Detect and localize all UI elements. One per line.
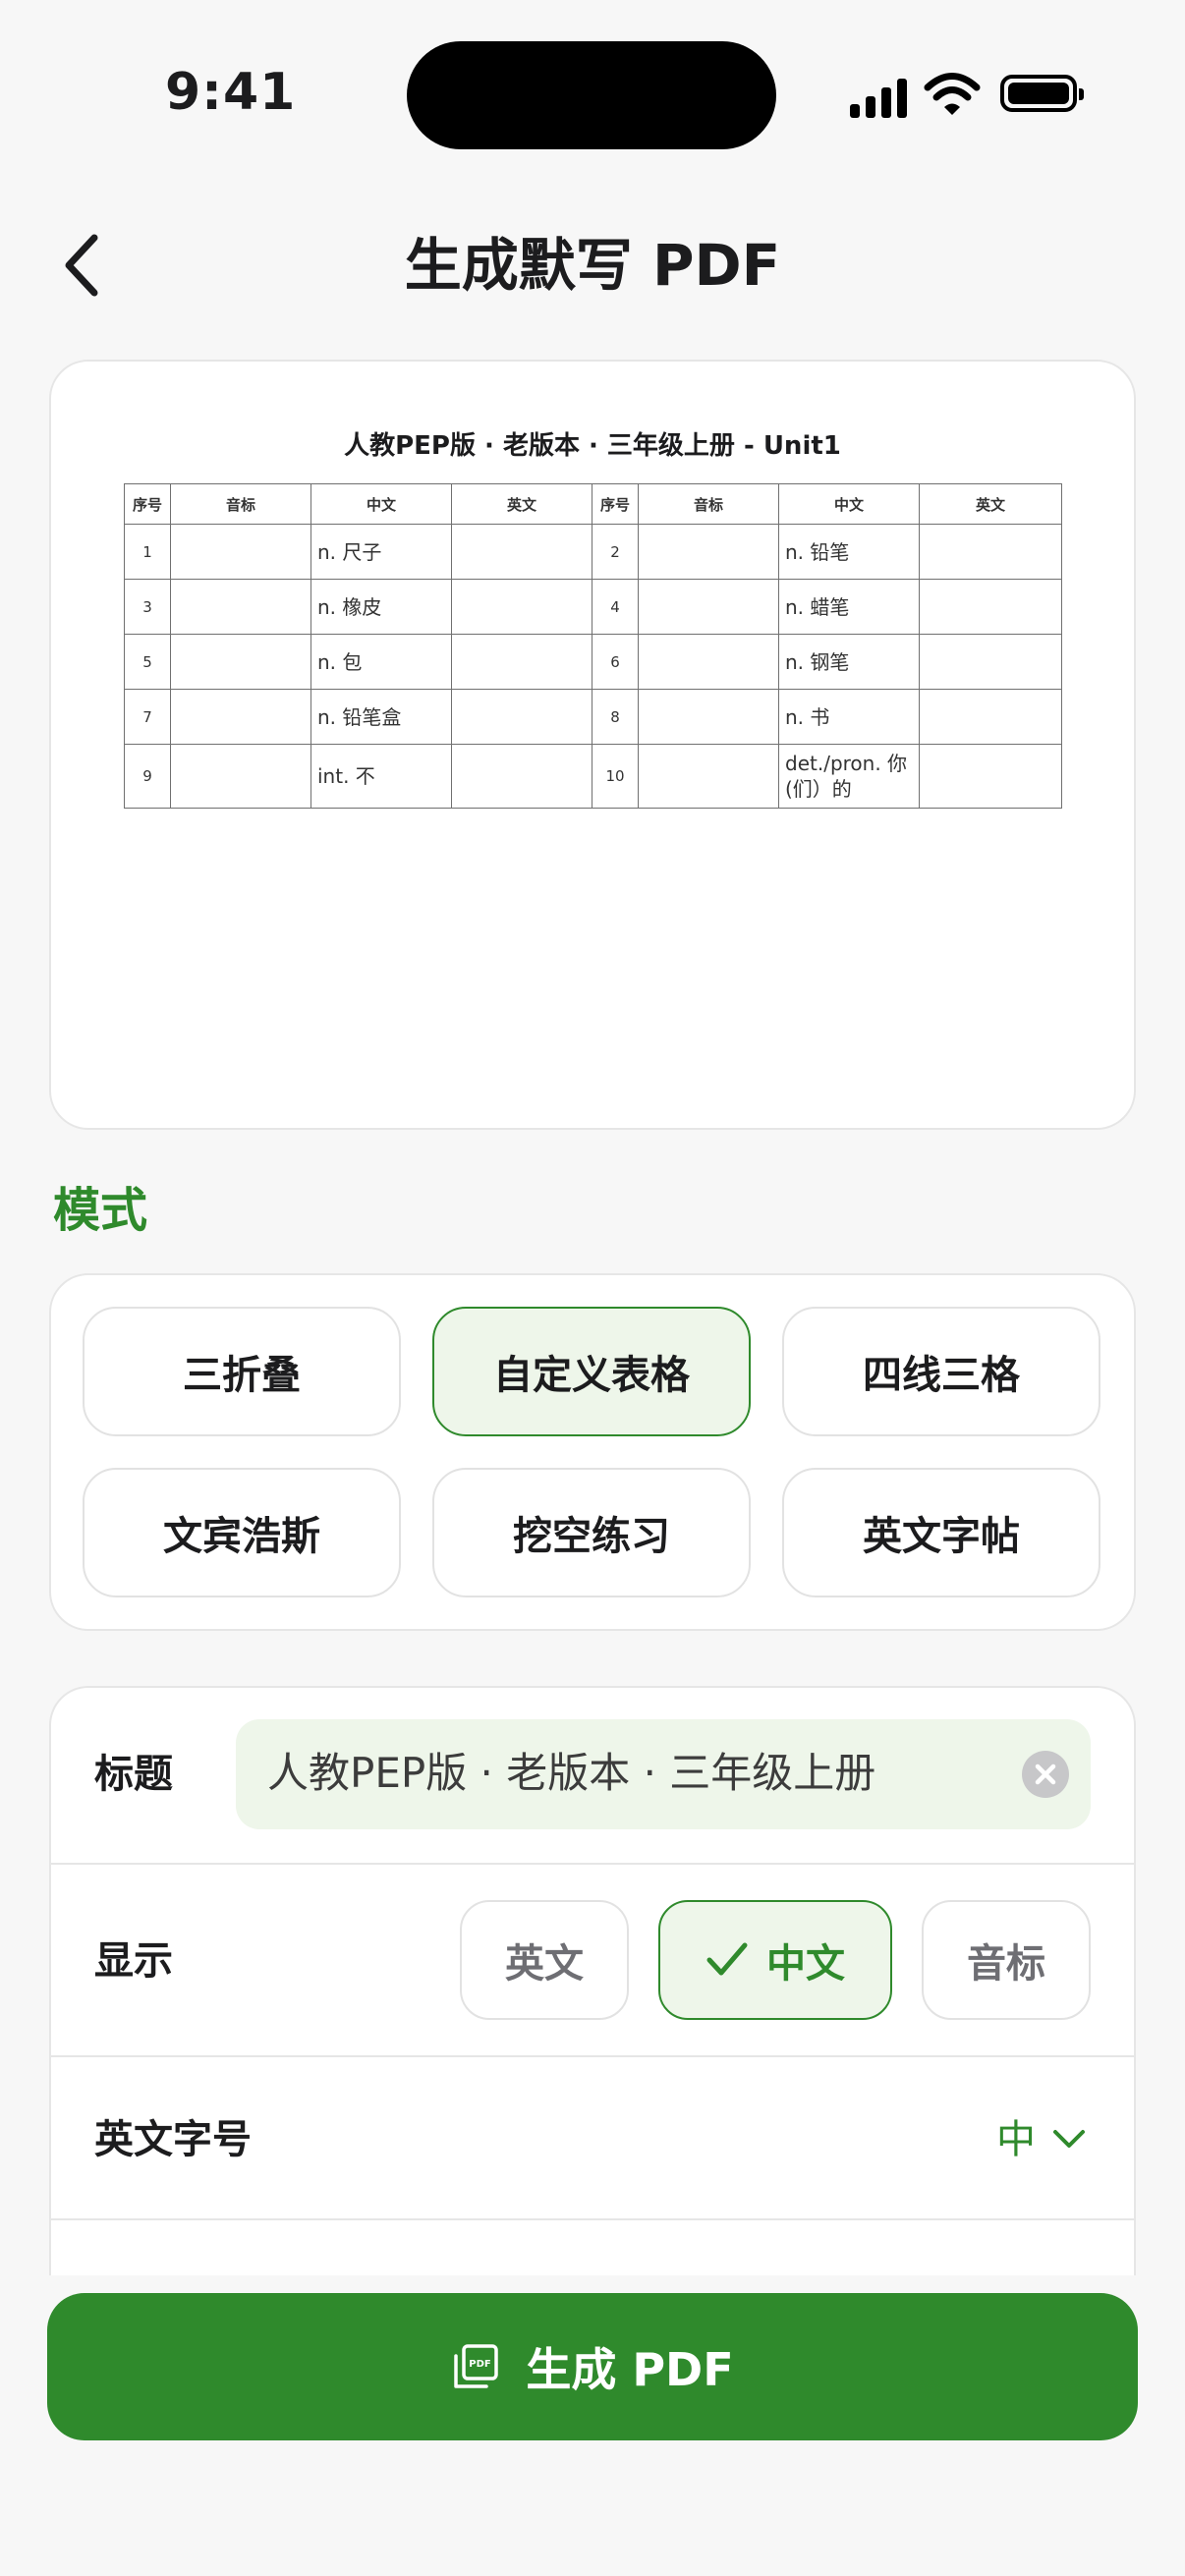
svg-text:PDF: PDF bbox=[470, 2359, 491, 2370]
table-row: 7 n. 铅笔盒 8 n. 书 bbox=[124, 689, 1062, 745]
col-header: 序号 bbox=[124, 483, 171, 525]
page-title: 生成默写 PDF bbox=[404, 232, 781, 299]
chevron-down-icon[interactable] bbox=[1049, 2122, 1089, 2157]
row-number: 4 bbox=[592, 579, 639, 635]
mode-option-ebbinghaus[interactable]: 文宾浩斯 bbox=[83, 1468, 401, 1597]
table-row: 9 int. 不 10 det./pron. 你(们）的 bbox=[124, 744, 1062, 809]
row-number: 10 bbox=[592, 744, 639, 809]
chinese-cell: int. 不 bbox=[310, 744, 452, 809]
dynamic-island bbox=[407, 41, 776, 149]
chinese-cell: n. 包 bbox=[310, 634, 452, 690]
pdf-icon: PDF bbox=[454, 2344, 499, 2388]
display-option-phonetic[interactable]: 音标 bbox=[922, 1900, 1091, 2020]
chinese-cell: n. 铅笔盒 bbox=[310, 689, 452, 745]
col-header: 序号 bbox=[592, 483, 639, 525]
col-header: 音标 bbox=[170, 483, 311, 525]
mode-option-four-line-grid[interactable]: 四线三格 bbox=[782, 1307, 1100, 1436]
display-option-chinese-label: 中文 bbox=[766, 1941, 845, 1987]
preview-sheet-title: 人教PEP版 · 老版本 · 三年级上册 - Unit1 bbox=[344, 431, 841, 461]
divider bbox=[49, 2055, 1136, 2057]
chinese-cell: n. 尺子 bbox=[310, 524, 452, 580]
preview-table: 序号 音标 中文 英文 序号 音标 中文 英文 1 n. 尺子 2 n. 铅笔 … bbox=[124, 483, 1062, 809]
mode-option-cloze[interactable]: 挖空练习 bbox=[432, 1468, 751, 1597]
preview-table-header: 序号 音标 中文 英文 序号 音标 中文 英文 bbox=[124, 483, 1062, 525]
row-number: 7 bbox=[124, 689, 171, 745]
table-row: 1 n. 尺子 2 n. 铅笔 bbox=[124, 524, 1062, 580]
col-header: 英文 bbox=[451, 483, 592, 525]
battery-icon bbox=[1000, 75, 1084, 112]
mode-option-custom-table[interactable]: 自定义表格 bbox=[432, 1307, 751, 1436]
divider bbox=[49, 2218, 1136, 2220]
col-header: 中文 bbox=[778, 483, 920, 525]
display-label: 显示 bbox=[94, 1938, 173, 1984]
col-header: 音标 bbox=[638, 483, 779, 525]
font-size-value[interactable]: 中 bbox=[996, 2112, 1036, 2167]
chinese-cell: n. 铅笔 bbox=[778, 524, 920, 580]
chinese-cell: n. 橡皮 bbox=[310, 579, 452, 635]
display-option-english[interactable]: 英文 bbox=[460, 1900, 629, 2020]
row-number: 1 bbox=[124, 524, 171, 580]
mode-section-label: 模式 bbox=[53, 1183, 148, 1238]
mode-option-copybook[interactable]: 英文字帖 bbox=[782, 1468, 1100, 1597]
cellular-signal-icon bbox=[850, 77, 907, 118]
row-number: 2 bbox=[592, 524, 639, 580]
status-time: 9:41 bbox=[165, 63, 297, 122]
chinese-cell: n. 钢笔 bbox=[778, 634, 920, 690]
title-input-value[interactable]: 人教PEP版 · 老版本 · 三年级上册 bbox=[267, 1744, 875, 1803]
clear-icon[interactable] bbox=[1022, 1751, 1069, 1798]
wifi-icon bbox=[924, 73, 981, 115]
divider bbox=[49, 1863, 1136, 1865]
col-header: 英文 bbox=[919, 483, 1062, 525]
chinese-cell: det./pron. 你(们）的 bbox=[778, 744, 920, 809]
table-row: 3 n. 橡皮 4 n. 蜡笔 bbox=[124, 579, 1062, 635]
row-number: 3 bbox=[124, 579, 171, 635]
chinese-cell: n. 书 bbox=[778, 689, 920, 745]
chinese-cell: n. 蜡笔 bbox=[778, 579, 920, 635]
row-number: 8 bbox=[592, 689, 639, 745]
font-size-label: 英文字号 bbox=[94, 2117, 252, 2162]
title-label: 标题 bbox=[94, 1752, 173, 1797]
generate-pdf-label: 生成 PDF bbox=[526, 2343, 734, 2396]
col-header: 中文 bbox=[310, 483, 452, 525]
row-number: 5 bbox=[124, 634, 171, 690]
display-option-chinese[interactable]: 中文 bbox=[658, 1900, 892, 2020]
row-number: 6 bbox=[592, 634, 639, 690]
mode-option-trifold[interactable]: 三折叠 bbox=[83, 1307, 401, 1436]
table-row: 5 n. 包 6 n. 钢笔 bbox=[124, 634, 1062, 690]
row-number: 9 bbox=[124, 744, 171, 809]
checkmark-icon bbox=[706, 1942, 748, 1976]
generate-pdf-button[interactable]: PDF 生成 PDF bbox=[47, 2293, 1138, 2440]
